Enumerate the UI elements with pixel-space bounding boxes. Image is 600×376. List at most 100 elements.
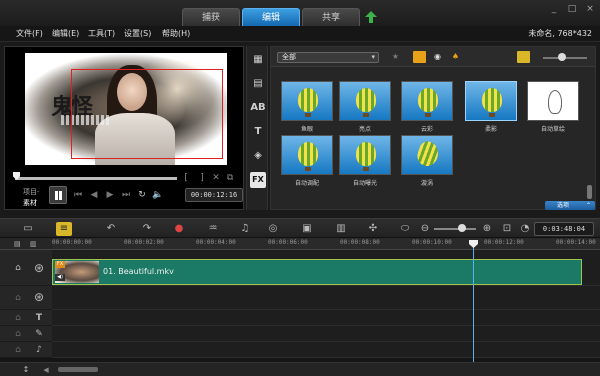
tab-capture[interactable]: 捕获 [182,8,240,26]
effect-thumbnail[interactable]: 鱼眼 [281,81,333,133]
redo-icon[interactable]: ↷ [140,222,154,236]
library-scrollbar[interactable] [587,185,592,199]
effect-thumbnail[interactable]: 亮点 [339,81,391,133]
menu-tools[interactable]: 工具(T) [88,28,115,39]
zoom-slider[interactable] [434,228,476,230]
effect-preview [401,135,453,175]
split-clip-icon[interactable]: ✕ [211,173,221,183]
mark-in-button[interactable]: [ [181,173,191,183]
go-end-icon[interactable]: ⏭ [119,188,133,202]
options-button[interactable]: 选项 ⌃ [545,201,595,210]
sound-effect-icon[interactable]: ♠ [449,51,462,63]
timeline-ruler[interactable]: 00:00:00:00 00:00:02:00 00:00:04:00 00:0… [52,238,600,250]
music-track-header: ⌂ ♪ [0,342,52,358]
record-capture-icon[interactable]: ● [172,222,186,236]
overlay-track[interactable] [52,286,600,310]
undo-icon[interactable]: ↶ [104,222,118,236]
mode-clip-label[interactable]: 素材 [23,198,37,208]
mark-out-button[interactable]: ] [197,173,207,183]
folder-icon[interactable] [413,51,426,63]
voice-track-icon: ✎ [35,329,43,339]
tab-share[interactable]: 共享 [302,8,360,26]
media-icon[interactable]: ▦ [250,52,266,68]
repeat-icon[interactable]: ↻ [135,188,149,202]
add-favorite-icon[interactable]: ★ [389,51,402,63]
upload-icon[interactable] [364,10,378,24]
pause-button[interactable] [49,186,67,204]
next-frame-icon[interactable]: ▶ [103,188,117,202]
filter-category-select[interactable]: 全部 [277,52,379,63]
effect-thumbnail[interactable]: 自动调配 [281,135,333,187]
track-manager-icon[interactable]: ▤ [14,238,21,250]
title-track-header: ⌂ T [0,310,52,326]
title-track[interactable] [52,310,600,326]
zoom-in-icon[interactable]: ⊕ [480,222,494,236]
subtitle-editor-icon[interactable]: ▣ [300,222,314,236]
video-frame[interactable]: 鬼怪 [25,53,227,165]
minimize-button[interactable]: _ [548,3,560,15]
transition-icon[interactable]: AB [250,100,266,116]
multi-trim-icon[interactable]: ▥ [334,222,348,236]
volume-icon[interactable]: 🔈 [151,188,165,202]
track-visibility-icon[interactable]: ⌂ [12,292,24,304]
sound-mixer-icon[interactable]: ♒ [206,222,220,236]
effect-thumbnail[interactable]: 自动曝光 [339,135,391,187]
list-view-icon[interactable] [517,51,530,63]
storyboard-view-icon[interactable]: ▭ [20,222,36,236]
graphic-icon[interactable]: ◈ [250,148,266,164]
timecode-display[interactable]: 00:00:12:16 [185,188,243,202]
menu-settings[interactable]: 设置(S) [124,28,151,39]
menu-file[interactable]: 文件(F) [16,28,43,39]
audio-filter-icon[interactable]: ◉ [431,51,444,63]
fit-project-icon[interactable]: ⬭ [398,222,412,236]
chapter-icon[interactable]: ▥ [30,238,37,250]
zoom-out-icon[interactable]: ⊖ [418,222,432,236]
menu-edit[interactable]: 编辑(E) [52,28,79,39]
pan-zoom-icon[interactable]: ✣ [366,222,380,236]
filter-fx-icon[interactable]: FX [250,172,266,188]
mode-project-label[interactable]: 项目- [23,187,40,197]
music-track[interactable] [52,342,600,358]
video-clip[interactable]: FX ◀) 01. Beautiful.mkv [52,259,582,285]
chevron-up-icon: ⌃ [585,202,591,209]
effect-preview [339,135,391,175]
track-visibility-icon[interactable]: ⌂ [12,312,24,324]
options-label: 选项 [557,202,570,209]
effect-thumbnail[interactable]: 云彩 [401,81,453,133]
go-start-icon[interactable]: ⏮ [71,188,85,202]
ruler-label: 00:00:12:00 [484,239,524,246]
tab-edit[interactable]: 编辑 [242,8,300,26]
zoom-slider-knob[interactable] [458,224,466,232]
title-icon[interactable]: T [250,124,266,140]
close-button[interactable]: × [584,3,596,15]
track-visibility-icon[interactable]: ⌂ [12,344,24,356]
effect-thumbnail[interactable]: 柔影 [465,81,517,133]
thumbnail-size-knob[interactable] [558,53,566,61]
menu-help[interactable]: 帮助(H) [162,28,190,39]
ruler-label: 00:00:14:00 [556,239,596,246]
maximize-button[interactable]: □ [566,3,578,15]
track-visibility-icon[interactable]: ⌂ [12,328,24,340]
effect-thumbnail[interactable]: 漩涡 [401,135,453,187]
selection-rectangle[interactable] [71,69,223,159]
effect-preview [281,135,333,175]
effect-thumbnail[interactable]: 自动草绘 [527,81,579,133]
fit-window-icon[interactable]: ⊡ [500,222,514,236]
instant-project-icon[interactable]: ▤ [250,76,266,92]
scroll-left-icon[interactable]: ◀ [40,364,52,376]
horizontal-scrollbar[interactable] [58,367,98,372]
enlarge-preview-icon[interactable]: ⧉ [225,173,235,183]
video-track-header: ⌂ ⊛ [0,250,52,286]
prev-frame-icon[interactable]: ◀ [87,188,101,202]
motion-track-icon[interactable]: ◎ [266,222,280,236]
timeline-view-icon[interactable]: ≡ [56,222,72,236]
overlay-track-header: ⌂ ⊛ [0,286,52,310]
auto-music-icon[interactable]: ♫ [238,222,252,236]
playhead-line[interactable] [473,240,474,362]
voice-track[interactable] [52,326,600,342]
track-visibility-icon[interactable]: ⌂ [12,262,24,274]
menu-bar: 文件(F) 编辑(E) 工具(T) 设置(S) 帮助(H) 未命名, 768*4… [0,26,600,42]
effect-label: 亮点 [358,126,371,133]
track-height-icon[interactable]: ↕ [20,364,32,376]
scrub-bar[interactable] [15,177,177,180]
